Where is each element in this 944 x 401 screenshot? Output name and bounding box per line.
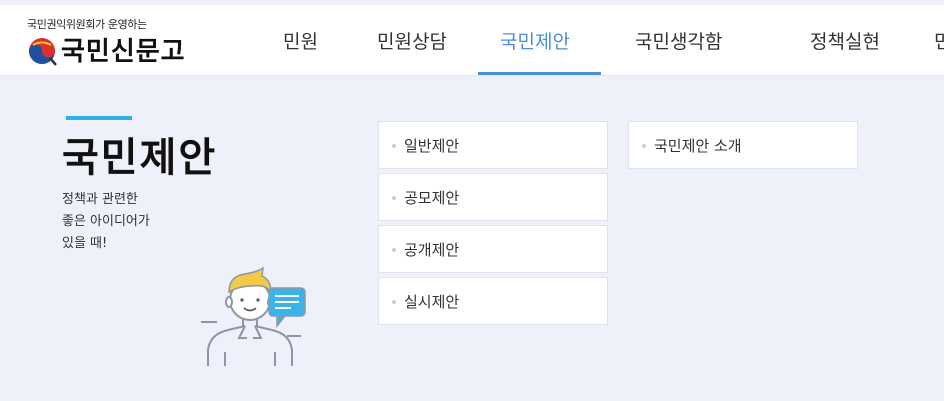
bullet-dot [642,144,646,148]
title-accent-bar [66,116,132,120]
logo-subtitle: 국민권익위원회가 운영하는 [27,18,147,31]
nav-item-more[interactable]: 민 [934,27,944,54]
menu-general-proposal[interactable]: 일반제안 [378,121,608,169]
taegeuk-logo-icon [29,38,57,66]
description-line-2: 좋은 아이디어가 [62,214,150,229]
bullet-dot [392,144,396,148]
logo-title: 국민신문고 [61,37,186,67]
bullet-dot [392,196,396,200]
nav-item-citizen-proposal[interactable]: 국민제안 [500,27,570,54]
description-line-1: 정책과 관련한 [62,192,138,207]
description-line-3: 있을 때! [62,236,108,251]
nav-item-minwon[interactable]: 민원 [283,27,318,54]
menu-item-label: 공모제안 [404,189,460,207]
nav-item-policy-realization[interactable]: 정책실현 [810,27,880,54]
site-header: 국민권익위원회가 운영하는 국민신문고 민원 민원상담 국민제안 국민생각함 정… [0,5,944,76]
page-title: 국민제안 [62,135,218,181]
bullet-dot [392,300,396,304]
idea-person-speech-bubble-icon [201,266,306,366]
active-nav-indicator [478,72,601,75]
site-logo[interactable]: 국민권익위원회가 운영하는 국민신문고 [27,16,187,72]
menu-item-label: 공개제안 [404,241,460,259]
menu-item-label: 일반제안 [404,137,460,155]
bullet-dot [392,248,396,252]
nav-item-minwon-consult[interactable]: 민원상담 [377,27,447,54]
menu-proposal-introduction[interactable]: 국민제안 소개 [628,121,858,169]
nav-item-citizen-thoughts[interactable]: 국민생각함 [635,27,722,54]
menu-public-proposal[interactable]: 공개제안 [378,225,608,273]
menu-implemented-proposal[interactable]: 실시제안 [378,277,608,325]
menu-item-label: 실시제안 [404,293,460,311]
menu-item-label: 국민제안 소개 [654,137,742,155]
menu-contest-proposal[interactable]: 공모제안 [378,173,608,221]
